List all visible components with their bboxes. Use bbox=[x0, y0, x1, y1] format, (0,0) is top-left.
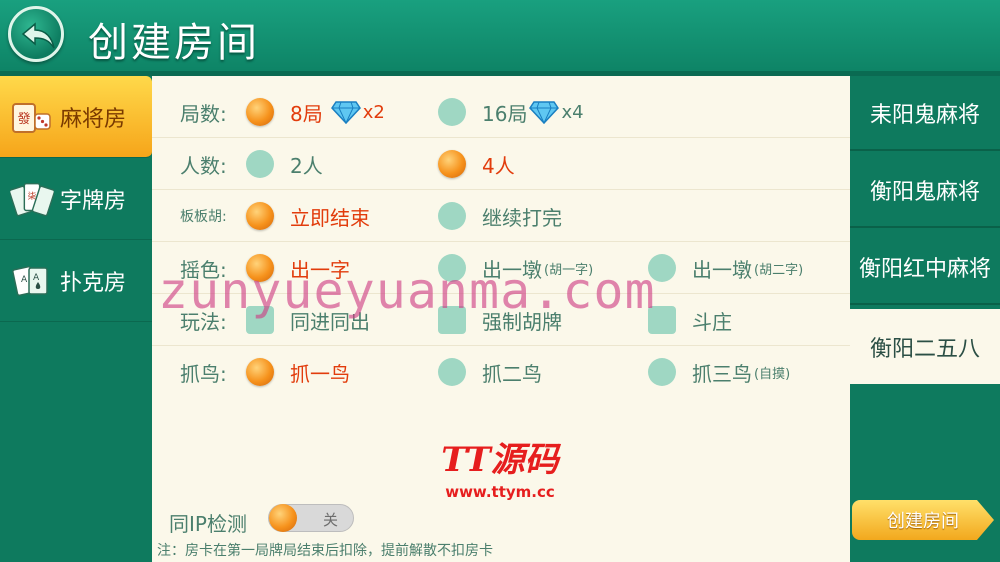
option-text: 立即结束 bbox=[290, 205, 370, 230]
radio-selected[interactable] bbox=[438, 150, 466, 178]
nav-item-poker[interactable]: A A 扑克房 bbox=[0, 240, 152, 322]
watermark-text: zunyueyuanma.com bbox=[158, 262, 656, 320]
option-text: 4人 bbox=[482, 153, 515, 178]
nav-label: 字牌房 bbox=[60, 188, 127, 214]
gem-cost: x4 bbox=[561, 101, 584, 123]
option-subtext: (胡二字) bbox=[754, 262, 804, 278]
rounds-label: 局数: bbox=[180, 102, 227, 126]
game-variant-list: 耒阳鬼麻将 衡阳鬼麻将 衡阳红中麻将 衡阳二五八 bbox=[850, 76, 1000, 562]
ip-check-toggle[interactable]: 关 bbox=[268, 504, 354, 532]
variant-tab-hengyang-hongzhong[interactable]: 衡阳红中麻将 bbox=[850, 230, 1000, 305]
poker-cards-icon: A A bbox=[10, 261, 54, 301]
birds-option-3[interactable]: 抓三鸟 (自摸) bbox=[648, 357, 790, 387]
option-text: 16局 bbox=[482, 101, 528, 126]
mahjong-tile-icon: 發 bbox=[10, 97, 54, 137]
players-option-4[interactable]: 4人 bbox=[438, 149, 515, 179]
option-row-players: 人数: 2人 4人 bbox=[152, 138, 850, 190]
toggle-knob[interactable] bbox=[269, 504, 297, 532]
svg-text:A: A bbox=[21, 275, 28, 285]
create-room-button[interactable]: 创建房间 bbox=[852, 500, 994, 540]
back-arrow-icon bbox=[21, 22, 55, 49]
radio-unselected[interactable] bbox=[438, 202, 466, 230]
toggle-state-text: 关 bbox=[323, 511, 339, 529]
nav-item-zipai[interactable]: 柒 字牌房 bbox=[0, 158, 152, 240]
radio-selected[interactable] bbox=[246, 98, 274, 126]
banban-option-continue[interactable]: 继续打完 bbox=[438, 201, 562, 231]
rounds-option-8[interactable]: 8局 x2 bbox=[246, 97, 385, 127]
logo-name: TT源码 bbox=[441, 440, 559, 480]
banban-label: 板板胡: bbox=[180, 209, 227, 225]
nav-label: 麻将房 bbox=[60, 106, 127, 132]
radio-selected[interactable] bbox=[246, 358, 274, 386]
variant-tab-leiyang-gui[interactable]: 耒阳鬼麻将 bbox=[850, 76, 1000, 151]
site-logo: TT源码 www.ttym.cc bbox=[425, 432, 575, 504]
play-option-douzhuang[interactable]: 斗庄 bbox=[648, 305, 732, 335]
radio-unselected[interactable] bbox=[438, 358, 466, 386]
option-text: 抓一鸟 bbox=[290, 361, 350, 386]
option-text: 出一墩 bbox=[692, 257, 752, 282]
option-text: 抓二鸟 bbox=[482, 361, 542, 386]
diamond-icon bbox=[330, 100, 361, 124]
option-row-rounds: 局数: 8局 x2 16局 x4 bbox=[152, 86, 850, 138]
page-title: 创建房间 bbox=[88, 20, 260, 66]
variant-tab-hengyang-258[interactable]: 衡阳二五八 bbox=[850, 309, 1000, 384]
nav-item-mahjong[interactable]: 發 麻将房 bbox=[0, 76, 152, 158]
ip-check-label: 同IP检测 bbox=[169, 512, 247, 536]
option-text: 继续打完 bbox=[482, 205, 562, 230]
nav-label: 扑克房 bbox=[60, 270, 127, 296]
radio-unselected[interactable] bbox=[246, 150, 274, 178]
radio-unselected[interactable] bbox=[648, 358, 676, 386]
logo-url: www.ttym.cc bbox=[445, 483, 555, 501]
variant-tab-hengyang-gui[interactable]: 衡阳鬼麻将 bbox=[850, 153, 1000, 228]
back-button[interactable] bbox=[8, 6, 64, 62]
birds-label: 抓鸟: bbox=[180, 362, 227, 386]
left-category-nav: 發 麻将房 柒 字牌房 A A 扑克房 bbox=[0, 76, 152, 562]
players-label: 人数: bbox=[180, 154, 227, 178]
svg-text:發: 發 bbox=[17, 112, 30, 127]
option-text: 2人 bbox=[290, 153, 323, 178]
rounds-option-16[interactable]: 16局 x4 bbox=[438, 97, 584, 127]
players-option-2[interactable]: 2人 bbox=[246, 149, 323, 179]
svg-text:A: A bbox=[33, 273, 40, 283]
radio-unselected[interactable] bbox=[438, 98, 466, 126]
option-text: 8局 bbox=[290, 101, 323, 126]
option-subtext: (自摸) bbox=[754, 366, 791, 382]
option-text: 抓三鸟 bbox=[692, 361, 752, 386]
gem-cost: x2 bbox=[362, 101, 385, 123]
diamond-icon bbox=[529, 100, 560, 124]
option-row-birds: 抓鸟: 抓一鸟 抓二鸟 抓三鸟 (自摸) bbox=[152, 346, 850, 398]
svg-text:柒: 柒 bbox=[28, 190, 37, 202]
dice-option-3[interactable]: 出一墩 (胡二字) bbox=[648, 253, 803, 283]
header-bar: 创建房间 bbox=[0, 0, 1000, 74]
birds-option-1[interactable]: 抓一鸟 bbox=[246, 357, 350, 387]
zipai-cards-icon: 柒 bbox=[10, 179, 54, 219]
room-card-note: 注：房卡在第一局牌局结束后扣除，提前解散不扣房卡 bbox=[157, 543, 493, 559]
option-text: 斗庄 bbox=[692, 309, 732, 334]
banban-option-end[interactable]: 立即结束 bbox=[246, 201, 370, 231]
option-row-banban: 板板胡: 立即结束 继续打完 bbox=[152, 190, 850, 242]
radio-selected[interactable] bbox=[246, 202, 274, 230]
birds-option-2[interactable]: 抓二鸟 bbox=[438, 357, 542, 387]
